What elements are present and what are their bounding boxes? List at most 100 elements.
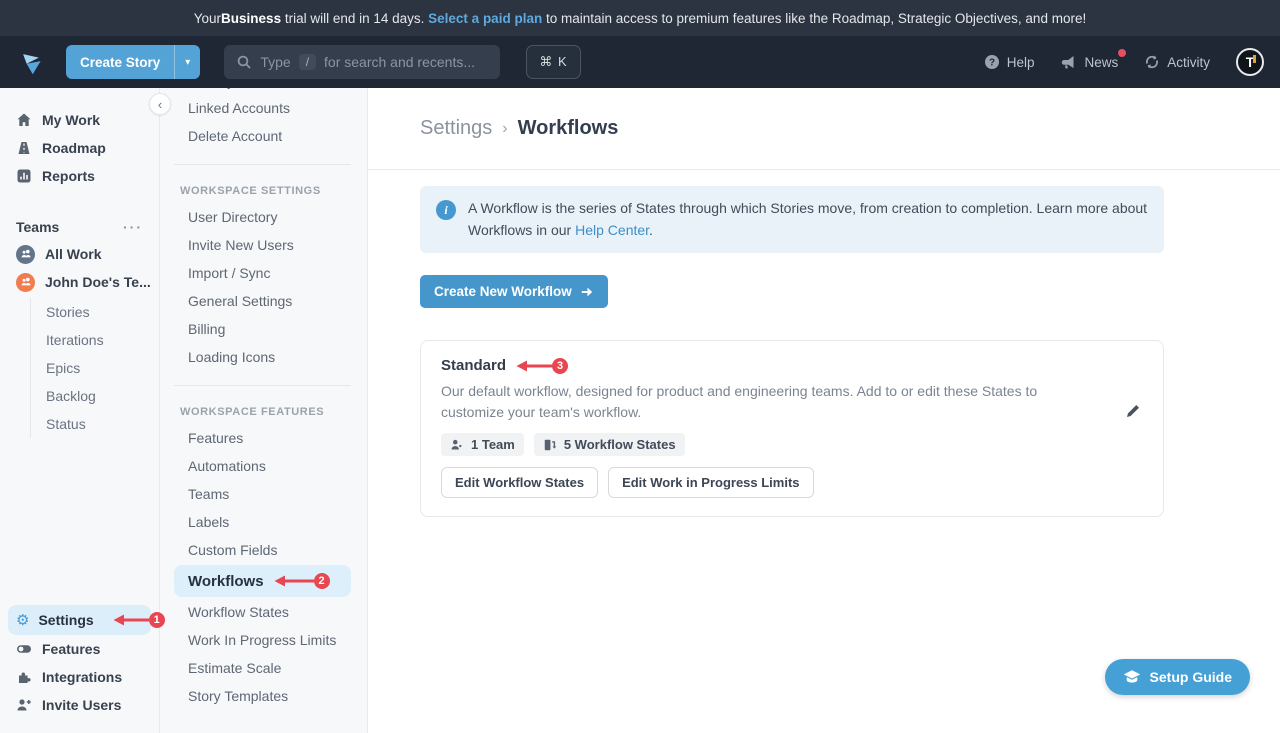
breadcrumb: Settings › Workflows [420, 117, 618, 140]
sidebar-item-backlog[interactable]: Backlog [46, 382, 159, 410]
edit-workflow-states-button[interactable]: Edit Workflow States [441, 467, 598, 498]
create-story-split-button[interactable]: Create Story ▾ [66, 45, 200, 79]
edit-wip-limits-button[interactable]: Edit Work in Progress Limits [608, 467, 813, 498]
settings-nav-teams[interactable]: Teams [160, 480, 367, 508]
badge-label: 1 Team [471, 437, 515, 452]
create-story-caret[interactable]: ▾ [174, 45, 200, 79]
settings-nav-custom-fields[interactable]: Custom Fields [160, 536, 367, 564]
sidebar-item-my-work[interactable]: My Work [0, 106, 159, 134]
annotation-arrow-1: 1 [111, 612, 165, 628]
sidebar-item-john-does-team[interactable]: John Doe's Te... [0, 268, 159, 296]
team-count-badge: 1 Team [441, 433, 524, 456]
road-icon [16, 140, 32, 156]
sidebar-item-stories[interactable]: Stories [46, 298, 159, 326]
sidebar-item-reports[interactable]: Reports [0, 162, 159, 190]
sidebar-item-settings[interactable]: ⚙ Settings 1 [8, 605, 151, 635]
settings-nav-user-directory[interactable]: User Directory [160, 203, 367, 231]
nav-label: Workflows [188, 573, 264, 590]
help-center-link[interactable]: Help Center [575, 222, 649, 238]
banner-text-post: to maintain access to premium features l… [542, 11, 1086, 26]
settings-nav-labels[interactable]: Labels [160, 508, 367, 536]
team-subnav: Stories Iterations Epics Backlog Status [30, 298, 159, 438]
badge-label: 5 Workflow States [564, 437, 676, 452]
settings-nav-general-settings[interactable]: General Settings [160, 287, 367, 315]
features-label: Features [42, 641, 100, 657]
create-story-button[interactable]: Create Story [66, 45, 174, 79]
help-button[interactable]: ? Help [984, 54, 1035, 70]
news-unread-dot [1118, 49, 1126, 57]
person-icon [450, 438, 464, 452]
settings-nav-wip-limits[interactable]: Work In Progress Limits [160, 626, 367, 654]
create-new-workflow-button[interactable]: Create New Workflow [420, 275, 608, 308]
sidebar-item-features[interactable]: Features [0, 635, 159, 663]
workflow-info-banner: i A Workflow is the series of States thr… [420, 186, 1164, 253]
avatar-accent-mark [1253, 55, 1256, 63]
team-avatar [16, 273, 35, 292]
page-content: i A Workflow is the series of States thr… [368, 170, 1280, 517]
activity-icon [1144, 54, 1160, 70]
settings-nav-story-templates[interactable]: Story Templates [160, 682, 367, 710]
info-icon: i [436, 200, 456, 220]
settings-nav-import-sync[interactable]: Import / Sync [160, 259, 367, 287]
shortcut-logo[interactable] [16, 47, 46, 77]
setup-guide-button[interactable]: Setup Guide [1105, 659, 1250, 695]
annotation-number-1: 1 [149, 612, 165, 628]
nav-label: Delete Account [188, 128, 282, 144]
sidebar-item-iterations[interactable]: Iterations [46, 326, 159, 354]
search-shortcut-kbd[interactable]: ⌘ K [526, 45, 580, 79]
settings-nav-estimate-scale[interactable]: Estimate Scale [160, 654, 367, 682]
settings-nav-loading-icons[interactable]: Loading Icons [160, 343, 367, 371]
news-button[interactable]: News [1060, 54, 1118, 70]
sidebar-collapse-button[interactable]: ‹ [149, 93, 171, 115]
info-text-before: A Workflow is the series of States throu… [468, 200, 1147, 238]
banner-plan-name: Business [221, 11, 281, 26]
toggle-icon [16, 641, 32, 657]
activity-label: Activity [1167, 55, 1210, 70]
sidebar-item-status[interactable]: Status [46, 410, 159, 438]
settings-nav-billing[interactable]: Billing [160, 315, 367, 343]
info-text: A Workflow is the series of States throu… [468, 198, 1148, 241]
clipped-label: y [160, 88, 367, 89]
settings-nav-linked-accounts[interactable]: Linked Accounts [160, 94, 367, 122]
slash-key-hint: / [299, 54, 316, 70]
sidebar-item-integrations[interactable]: Integrations [0, 663, 159, 691]
sidebar-item-roadmap[interactable]: Roadmap [0, 134, 159, 162]
annotation-number-3: 3 [552, 358, 568, 374]
settings-nav-workflows-active[interactable]: Workflows 2 [174, 565, 351, 597]
settings-nav-automations[interactable]: Automations [160, 452, 367, 480]
global-search-input[interactable]: Type / for search and recents... [224, 45, 500, 79]
house-icon [16, 112, 32, 128]
red-arrow-icon [514, 359, 554, 373]
sidebar-item-invite-users[interactable]: Invite Users [0, 691, 159, 719]
caret-down-icon: ▾ [185, 57, 190, 68]
settings-nav-workflow-states[interactable]: Workflow States [160, 598, 367, 626]
breadcrumb-settings[interactable]: Settings [420, 117, 492, 140]
sidebar-item-all-work[interactable]: All Work [0, 240, 159, 268]
subitem-label: Epics [46, 360, 80, 376]
activity-button[interactable]: Activity [1144, 54, 1210, 70]
search-icon [236, 54, 252, 70]
setup-guide-label: Setup Guide [1150, 669, 1232, 685]
all-work-avatar [16, 245, 35, 264]
info-text-after: . [649, 222, 653, 238]
breadcrumb-separator: › [502, 120, 507, 138]
teams-menu-button[interactable]: ··· [123, 219, 143, 235]
sidebar-item-epics[interactable]: Epics [46, 354, 159, 382]
edit-workflow-pencil-icon[interactable] [1125, 403, 1141, 424]
settings-nav-features[interactable]: Features [160, 424, 367, 452]
workflow-card-title-row: Standard 3 [441, 357, 1143, 374]
settings-nav-delete-account[interactable]: Delete Account [160, 122, 367, 150]
workflow-card-buttons: Edit Workflow States Edit Work in Progre… [441, 467, 1143, 498]
select-paid-plan-link[interactable]: Select a paid plan [428, 11, 542, 26]
search-type-word: Type [260, 54, 290, 70]
nav-label: Story Templates [188, 688, 288, 704]
help-icon: ? [984, 54, 1000, 70]
people-icon [20, 276, 32, 288]
user-avatar[interactable]: T [1236, 48, 1264, 76]
svg-text:?: ? [989, 58, 995, 69]
nav-label: Features [188, 430, 243, 446]
settings-nav-invite-new-users[interactable]: Invite New Users [160, 231, 367, 259]
teams-section-header: Teams ··· [0, 214, 159, 240]
invite-users-label: Invite Users [42, 697, 121, 713]
people-icon [20, 248, 32, 260]
